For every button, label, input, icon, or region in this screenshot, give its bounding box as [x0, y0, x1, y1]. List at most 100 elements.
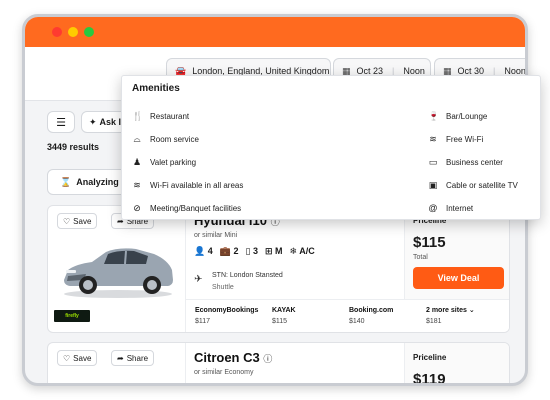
heart-icon: ♡ — [63, 353, 71, 363]
amenities-title: Amenities — [132, 83, 180, 94]
wifi-icon: ≋ — [429, 134, 437, 144]
compare-site: EconomyBookings — [195, 307, 259, 314]
pickup-type: Shuttle — [212, 284, 234, 291]
suitcase-icon: 💼 — [219, 246, 231, 256]
chevron-down-icon: ⌄ — [468, 307, 475, 314]
ac-spec: ❄ A/C — [290, 246, 315, 257]
compare-site: KAYAK — [272, 307, 296, 314]
share-button[interactable]: ➦ Share — [111, 350, 155, 366]
filters-button[interactable]: ☰ — [47, 111, 75, 133]
more-sites-dropdown[interactable]: 2 more sites ⌄ $181 — [426, 305, 475, 327]
amenity-label: Free Wi-Fi — [446, 135, 484, 144]
price-value: $115 — [413, 234, 446, 251]
door-icon: ▯ — [245, 246, 251, 256]
bar-icon: 🍷 — [428, 111, 440, 121]
doors-spec: ▯ 3 — [246, 246, 258, 257]
amenities-popover: Amenities 🍴 Restaurant ⌓ Room service ♟ … — [121, 75, 541, 220]
at-icon: @ — [428, 203, 438, 213]
provider-name: Priceline — [413, 353, 447, 362]
sliders-icon: ☰ — [56, 116, 66, 129]
amenity-business-center: ▭ Business center — [428, 157, 503, 168]
ask-label: Ask I — [99, 117, 122, 127]
compare-item[interactable]: KAYAK $115 — [272, 305, 296, 327]
room-service-icon: ⌓ — [133, 134, 141, 144]
compare-item[interactable]: Booking.com $140 — [349, 305, 393, 327]
price-value: $119 — [413, 371, 446, 386]
amenity-internet: @ Internet — [428, 203, 473, 213]
bags-value: 2 — [233, 246, 239, 256]
fork-knife-icon: 🍴 — [132, 111, 144, 121]
ac-value: A/C — [299, 246, 315, 256]
amenity-room-service: ⌓ Room service — [132, 134, 199, 145]
tv-icon: ▣ — [428, 180, 438, 190]
bags-spec: 💼 2 — [220, 246, 239, 257]
plane-icon: ✈ — [194, 274, 203, 285]
price-panel: Priceline $119 — [404, 343, 509, 386]
amenity-label: Cable or satellite TV — [446, 181, 518, 190]
doors-value: 3 — [252, 246, 258, 256]
meeting-icon: ⊘ — [133, 203, 141, 213]
gearbox-icon: ⊞ — [264, 246, 273, 256]
save-button[interactable]: ♡ Save — [57, 213, 98, 229]
car-name: Citroen C3 ⓘ — [194, 350, 272, 365]
seats-value: 4 — [207, 246, 213, 256]
car-name-text: Citroen C3 — [194, 350, 260, 365]
close-window-button[interactable] — [52, 27, 62, 37]
amenity-free-wifi: ≋ Free Wi-Fi — [428, 134, 483, 145]
compare-price: $181 — [426, 318, 442, 325]
car-specs: 👤 4 💼 2 ▯ 3 ⊞ M ❄ A/C — [194, 246, 315, 257]
view-deal-button[interactable]: View Deal — [413, 267, 504, 289]
compare-site: 2 more sites — [426, 307, 467, 314]
wifi-icon: ≋ — [133, 180, 141, 190]
pickup-location: STN: London Stansted — [212, 272, 283, 279]
save-button[interactable]: ♡ Save — [57, 350, 98, 366]
transmission-spec: ⊞ M — [265, 246, 283, 257]
sparkle-icon: ✦ — [89, 116, 97, 127]
car-class: or similar Economy — [194, 369, 254, 376]
seats-spec: 👤 4 — [194, 246, 213, 257]
car-image — [64, 248, 173, 298]
share-icon: ➦ — [117, 353, 124, 363]
maximize-window-button[interactable] — [84, 27, 94, 37]
amenity-cable-tv: ▣ Cable or satellite TV — [428, 180, 518, 191]
compare-price: $115 — [272, 318, 288, 325]
amenity-label: Internet — [446, 203, 474, 213]
car-details: Citroen C3 ⓘ or similar Economy — [194, 343, 404, 383]
amenity-label: Wi-Fi available in all areas — [150, 181, 244, 190]
compare-price: $117 — [195, 318, 211, 325]
result-card: ♡ Save ➦ Share firefly Hyundai i10 ⓘ or … — [47, 205, 510, 333]
price-compare-row: EconomyBookings $117 KAYAK $115 Booking.… — [186, 299, 509, 332]
card-image-panel: ♡ Save ➦ Share — [48, 206, 186, 332]
amenity-label: Restaurant — [150, 112, 190, 121]
snowflake-icon: ❄ — [289, 246, 298, 256]
info-icon[interactable]: ⓘ — [263, 354, 272, 364]
valet-icon: ♟ — [132, 157, 142, 167]
minimize-window-button[interactable] — [68, 27, 78, 37]
compare-site: Booking.com — [349, 307, 394, 314]
amenity-wifi-all-areas: ≋ Wi-Fi available in all areas — [132, 180, 243, 191]
amenity-label: Meeting/Banquet facilities — [150, 204, 242, 213]
result-card: ♡ Save ➦ Share Citroen C3 ⓘ or similar E… — [47, 342, 510, 386]
card-image-panel: ♡ Save ➦ Share — [48, 343, 186, 383]
amenity-label: Room service — [150, 135, 199, 144]
transmission-value: M — [275, 246, 283, 256]
amenity-bar-lounge: 🍷 Bar/Lounge — [428, 111, 487, 122]
person-icon: 👤 — [194, 246, 206, 256]
share-label: Share — [126, 353, 149, 363]
amenity-label: Valet parking — [150, 158, 197, 167]
heart-icon: ♡ — [63, 216, 71, 226]
amenity-valet-parking: ♟ Valet parking — [132, 157, 196, 168]
save-label: Save — [73, 353, 92, 363]
amenity-restaurant: 🍴 Restaurant — [132, 111, 189, 122]
business-icon: ▭ — [428, 157, 438, 167]
amenity-label: Business center — [446, 158, 503, 167]
hourglass-icon: ⌛ — [60, 176, 72, 187]
amenity-label: Bar/Lounge — [446, 112, 488, 121]
window-titlebar — [25, 17, 525, 47]
supplier-logo: firefly — [54, 310, 90, 322]
compare-price: $140 — [349, 318, 365, 325]
car-class: or similar Mini — [194, 232, 238, 239]
results-count: 3449 results — [47, 142, 100, 152]
compare-item[interactable]: EconomyBookings $117 — [195, 305, 258, 327]
analyzing-label: Analyzing p — [76, 177, 127, 187]
